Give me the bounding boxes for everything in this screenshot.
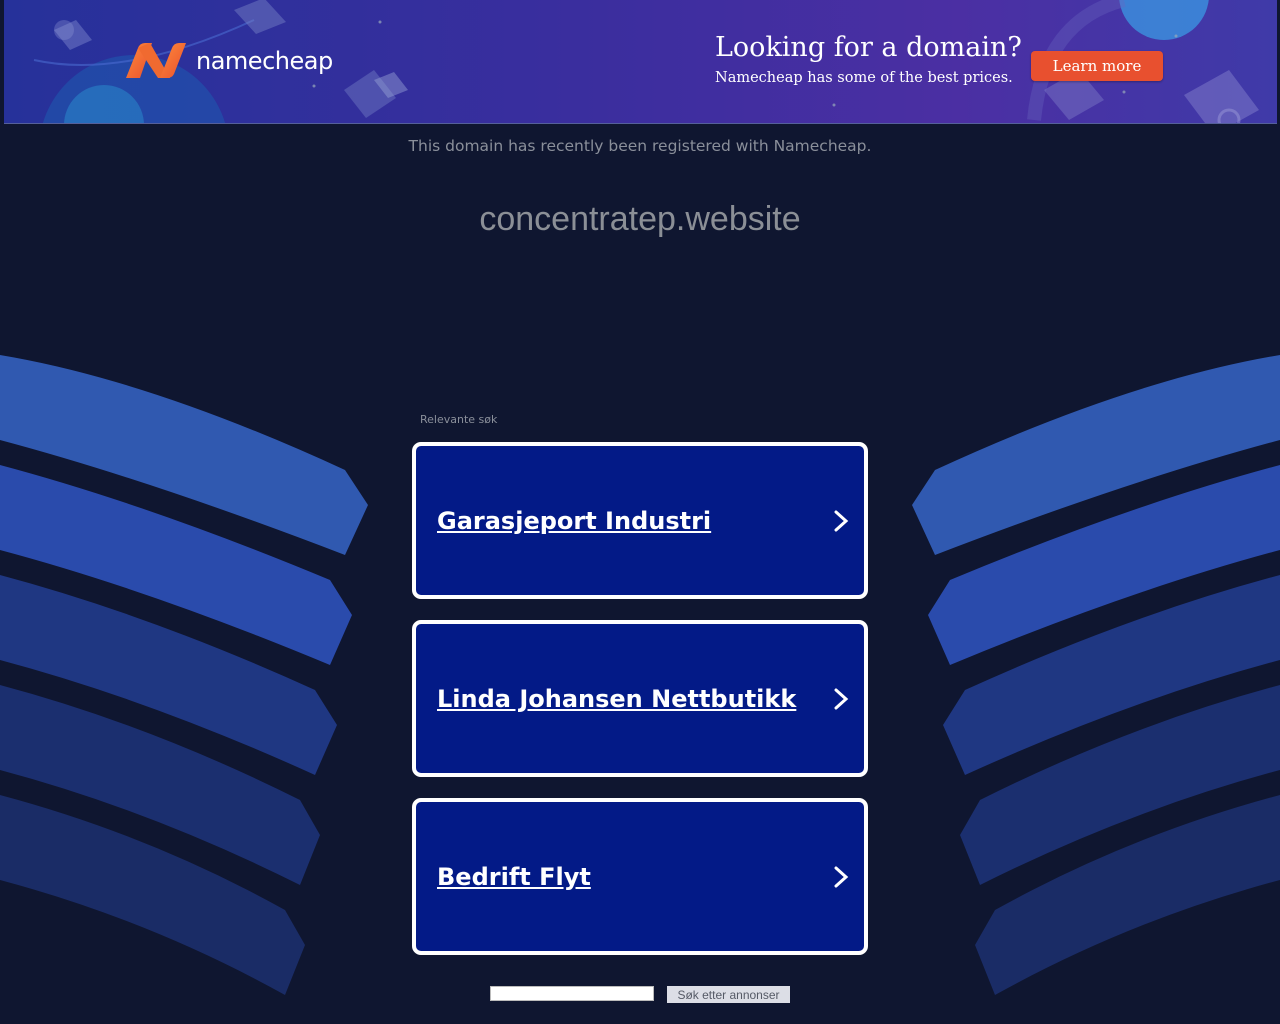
related-link-label[interactable]: Garasjeport Industri bbox=[437, 507, 711, 535]
namecheap-logo[interactable]: namecheap bbox=[124, 42, 333, 80]
brand-name: namecheap bbox=[196, 47, 333, 75]
domain-name: concentratep.website bbox=[479, 200, 801, 238]
chevron-right-icon bbox=[834, 866, 849, 887]
learn-more-button[interactable]: Learn more bbox=[1031, 51, 1163, 81]
ad-search-button[interactable]: Søk etter annonser bbox=[667, 986, 790, 1003]
namecheap-n-logo-icon bbox=[126, 43, 186, 78]
registered-notice: This domain has recently been registered… bbox=[408, 137, 872, 155]
related-link-card[interactable]: Bedrift Flyt bbox=[412, 798, 868, 955]
promo-subline: Namecheap has some of the best prices. bbox=[715, 70, 1013, 86]
promo-headline: Looking for a domain? bbox=[715, 32, 1022, 63]
promo-banner[interactable]: namecheap Looking for a domain? Namechea… bbox=[4, 0, 1277, 124]
related-link-card[interactable]: Garasjeport Industri bbox=[412, 442, 868, 599]
chevron-right-icon bbox=[834, 510, 849, 531]
related-link-label[interactable]: Bedrift Flyt bbox=[437, 863, 591, 891]
chevron-right-icon bbox=[834, 688, 849, 709]
ad-search-input[interactable] bbox=[490, 986, 654, 1001]
related-link-label[interactable]: Linda Johansen Nettbutikk bbox=[437, 685, 796, 713]
related-searches-label: Relevante søk bbox=[420, 413, 498, 426]
related-link-card[interactable]: Linda Johansen Nettbutikk bbox=[412, 620, 868, 777]
